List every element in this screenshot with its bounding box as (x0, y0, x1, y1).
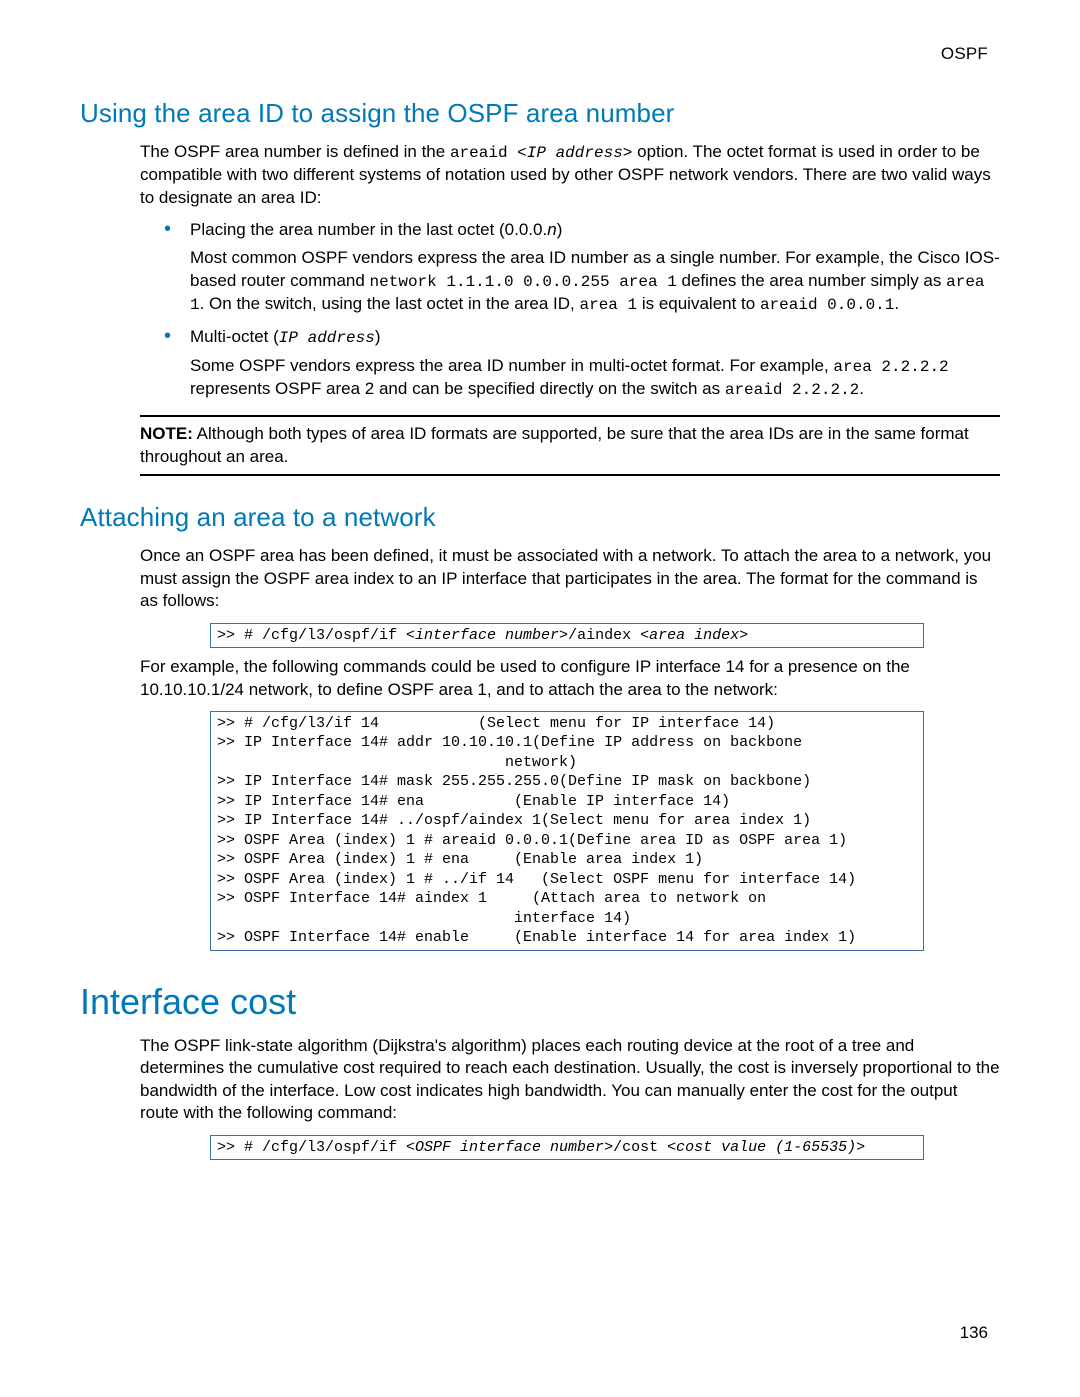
code-box-1: >> # /cfg/l3/ospf/if <interface number>/… (210, 623, 924, 649)
text: . (859, 379, 864, 398)
code: area 1 (579, 296, 637, 314)
code-italic: <OSPF interface number> (406, 1139, 613, 1156)
bullet-list: Placing the area number in the last octe… (164, 219, 1000, 401)
code-italic: <cost value (1-65535)> (667, 1139, 865, 1156)
page: OSPF Using the area ID to assign the OSP… (0, 0, 1080, 1397)
code: /cost (613, 1139, 667, 1156)
text: is equivalent to (637, 294, 760, 313)
text: . (894, 294, 899, 313)
code: area 2.2.2.2 (833, 358, 948, 376)
note-label: NOTE: (140, 424, 193, 443)
code-italic: <interface number> (406, 627, 568, 644)
code-italic: IP address (279, 329, 375, 347)
note-body: Although both types of area ID formats a… (140, 424, 969, 465)
italic: n (547, 220, 556, 239)
code: areaid 0.0.0.1 (760, 296, 894, 314)
code-italic: <IP address> (517, 144, 632, 162)
bullet-body: Some OSPF vendors express the area ID nu… (190, 355, 1000, 401)
text: Some OSPF vendors express the area ID nu… (190, 356, 833, 375)
header-label: OSPF (941, 44, 988, 64)
text: . On the switch, using the last octet in… (200, 294, 580, 313)
bullet-1: Placing the area number in the last octe… (164, 219, 1000, 316)
code-box-3: >> # /cfg/l3/ospf/if <OSPF interface num… (210, 1135, 924, 1161)
para: For example, the following commands coul… (140, 656, 1000, 701)
code-italic: <area index> (640, 627, 748, 644)
text: ) (375, 327, 381, 346)
code: network 1.1.1.0 0.0.0.255 area 1 (370, 273, 677, 291)
text: Multi-octet ( (190, 327, 279, 346)
code-box-2: >> # /cfg/l3/if 14 (Select menu for IP i… (210, 711, 924, 951)
bullet-lead: Multi-octet (IP address) (190, 326, 1000, 349)
bullet-lead: Placing the area number in the last octe… (190, 219, 1000, 241)
text: ) (557, 220, 563, 239)
heading-area-id: Using the area ID to assign the OSPF are… (80, 98, 1000, 129)
text: defines the area number simply as (677, 271, 946, 290)
section2-body: Once an OSPF area has been defined, it m… (140, 545, 1000, 951)
text: The OSPF area number is defined in the (140, 142, 450, 161)
section1-body: The OSPF area number is defined in the a… (140, 141, 1000, 476)
code: /aindex (568, 627, 640, 644)
para: Once an OSPF area has been defined, it m… (140, 545, 1000, 612)
note-block: NOTE: Although both types of area ID for… (140, 415, 1000, 476)
code: >> # /cfg/l3/ospf/if (217, 1139, 406, 1156)
intro-para: The OSPF area number is defined in the a… (140, 141, 1000, 209)
heading-attach-network: Attaching an area to a network (80, 502, 1000, 533)
bullet-body: Most common OSPF vendors express the are… (190, 247, 1000, 316)
text: represents OSPF area 2 and can be specif… (190, 379, 725, 398)
text: Placing the area number in the last octe… (190, 220, 547, 239)
para: The OSPF link-state algorithm (Dijkstra'… (140, 1035, 1000, 1125)
code: areaid (450, 144, 517, 162)
code: areaid 2.2.2.2 (725, 381, 859, 399)
section3-body: The OSPF link-state algorithm (Dijkstra'… (140, 1035, 1000, 1160)
code: >> # /cfg/l3/ospf/if (217, 627, 406, 644)
bullet-2: Multi-octet (IP address) Some OSPF vendo… (164, 326, 1000, 401)
heading-interface-cost: Interface cost (80, 981, 1000, 1023)
page-number: 136 (960, 1323, 988, 1343)
